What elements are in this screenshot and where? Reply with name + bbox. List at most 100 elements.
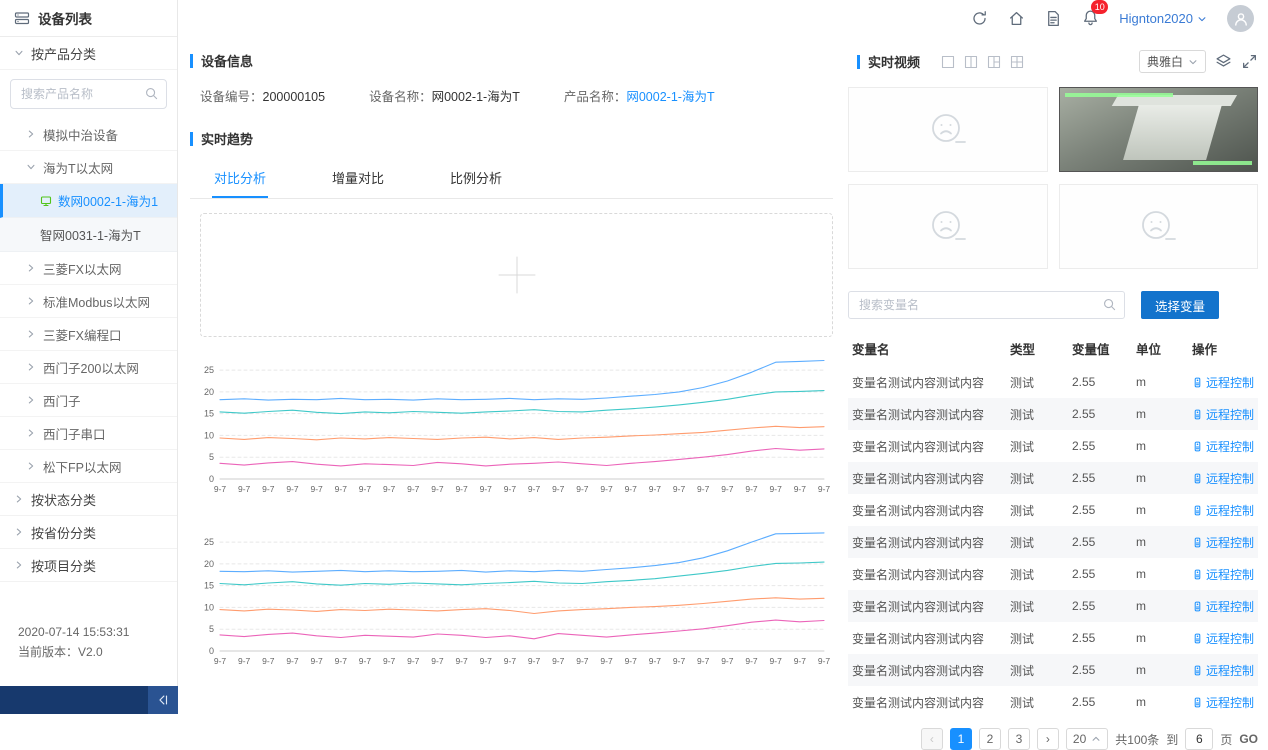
product-name-link[interactable]: 网0002-1-海为T [626,90,714,104]
prev-page-button[interactable]: ‹ [921,728,943,750]
cell-value: 2.55 [1068,430,1132,462]
search-icon[interactable] [1103,298,1116,311]
variable-search-input[interactable] [848,291,1125,319]
svg-text:9-7: 9-7 [335,656,348,666]
remote-control-link[interactable]: 远程控制 [1192,662,1254,679]
page-button-2[interactable]: 2 [979,728,1001,750]
svg-text:9-7: 9-7 [383,656,396,666]
tree-item-device[interactable]: 数网0002-1-海为1 [0,184,177,218]
cell-unit: m [1132,494,1188,526]
tab-increment-compare[interactable]: 增量对比 [330,160,386,198]
remote-control-icon [1192,377,1203,388]
document-icon[interactable] [1045,10,1062,27]
svg-text:9-7: 9-7 [697,484,710,494]
home-icon[interactable] [1008,10,1025,27]
tree-item[interactable]: 松下FP以太网 [0,450,177,483]
refresh-icon[interactable] [971,10,988,27]
go-button[interactable]: GO [1239,732,1258,746]
plus-icon [494,252,540,298]
tree-item[interactable]: 西门子200以太网 [0,351,177,384]
video-slot-1[interactable] [848,87,1048,172]
svg-text:10: 10 [204,430,214,440]
remote-control-link[interactable]: 远程控制 [1192,374,1254,391]
jump-page-input[interactable] [1185,728,1213,750]
cell-value: 2.55 [1068,622,1132,654]
svg-text:5: 5 [209,624,214,634]
layout-two-pane-icon[interactable] [964,55,978,69]
section-label: 按产品分类 [31,44,96,63]
video-slot-4[interactable] [1059,184,1259,269]
user-menu[interactable]: Hignton2020 [1119,11,1207,26]
svg-text:9-7: 9-7 [335,484,348,494]
layout-three-pane-icon[interactable] [987,55,1001,69]
remote-control-link[interactable]: 远程控制 [1192,406,1254,423]
cell-type: 测试 [1006,462,1068,494]
username-label: Hignton2020 [1119,11,1193,26]
svg-text:9-7: 9-7 [359,484,372,494]
notifications[interactable]: 10 [1082,9,1099,29]
tree-item[interactable]: 标准Modbus以太网 [0,285,177,318]
tree-item[interactable]: 三菱FX以太网 [0,252,177,285]
remote-control-link[interactable]: 远程控制 [1192,598,1254,615]
remote-control-label: 远程控制 [1206,566,1254,583]
cell-value: 2.55 [1068,366,1132,398]
svg-text:9-7: 9-7 [600,656,613,666]
chevron-up-icon [1091,734,1101,744]
sidebar-section-project[interactable]: 按项目分类 [0,549,177,582]
section-label: 按状态分类 [31,490,96,509]
tree-item[interactable]: 西门子 [0,384,177,417]
svg-text:9-7: 9-7 [214,656,227,666]
remote-control-link[interactable]: 远程控制 [1192,470,1254,487]
video-channel-shape [1123,105,1222,160]
notification-badge: 10 [1091,0,1108,14]
remote-control-link[interactable]: 远程控制 [1192,502,1254,519]
layout-grid-icon[interactable] [1010,55,1024,69]
page-button-3[interactable]: 3 [1008,728,1030,750]
remote-control-link[interactable]: 远程控制 [1192,534,1254,551]
tree-item[interactable]: 三菱FX编程口 [0,318,177,351]
search-icon[interactable] [145,87,158,100]
product-search-input[interactable] [10,79,167,109]
svg-text:9-7: 9-7 [552,484,565,494]
svg-text:9-7: 9-7 [649,484,662,494]
svg-text:9-7: 9-7 [770,484,783,494]
theme-select-value: 典雅白 [1147,53,1183,70]
remote-control-link[interactable]: 远程控制 [1192,566,1254,583]
remote-control-link[interactable]: 远程控制 [1192,694,1254,711]
sidebar-section-product[interactable]: 按产品分类 [0,37,177,70]
video-slot-2-live-feed[interactable] [1059,87,1259,172]
tree-item[interactable]: 海为T以太网 [0,151,177,184]
svg-text:0: 0 [209,474,214,484]
cell-type: 测试 [1006,398,1068,430]
col-variable-name: 变量名 [848,331,1006,366]
remote-control-icon [1192,505,1203,516]
layout-single-icon[interactable] [941,55,955,69]
avatar[interactable] [1227,5,1254,32]
collapse-sidebar-button[interactable] [148,686,178,714]
tab-ratio-analysis[interactable]: 比例分析 [448,160,504,198]
remote-control-label: 远程控制 [1206,630,1254,647]
select-variable-button[interactable]: 选择变量 [1141,291,1219,319]
theme-select[interactable]: 典雅白 [1139,50,1206,73]
svg-text:9-7: 9-7 [504,484,517,494]
video-slot-3[interactable] [848,184,1048,269]
title-accent-bar [857,55,860,69]
cell-unit: m [1132,686,1188,718]
svg-text:9-7: 9-7 [480,484,493,494]
tab-compare-analysis[interactable]: 对比分析 [212,160,268,198]
col-unit: 单位 [1132,331,1188,366]
remote-control-link[interactable]: 远程控制 [1192,630,1254,647]
layers-icon[interactable] [1215,53,1232,70]
sidebar-section-province[interactable]: 按省份分类 [0,516,177,549]
sidebar-section-status[interactable]: 按状态分类 [0,483,177,516]
remote-control-link[interactable]: 远程控制 [1192,438,1254,455]
page-size-select[interactable]: 20 [1066,728,1108,750]
tree-item[interactable]: 模拟中治设备 [0,118,177,151]
page-button-1[interactable]: 1 [950,728,972,750]
svg-text:9-7: 9-7 [673,484,686,494]
add-chart-placeholder[interactable] [200,213,833,337]
next-page-button[interactable]: › [1037,728,1059,750]
tree-item[interactable]: 西门子串口 [0,417,177,450]
tree-item-device[interactable]: 智网0031-1-海为T [0,218,177,252]
fullscreen-icon[interactable] [1241,53,1258,70]
